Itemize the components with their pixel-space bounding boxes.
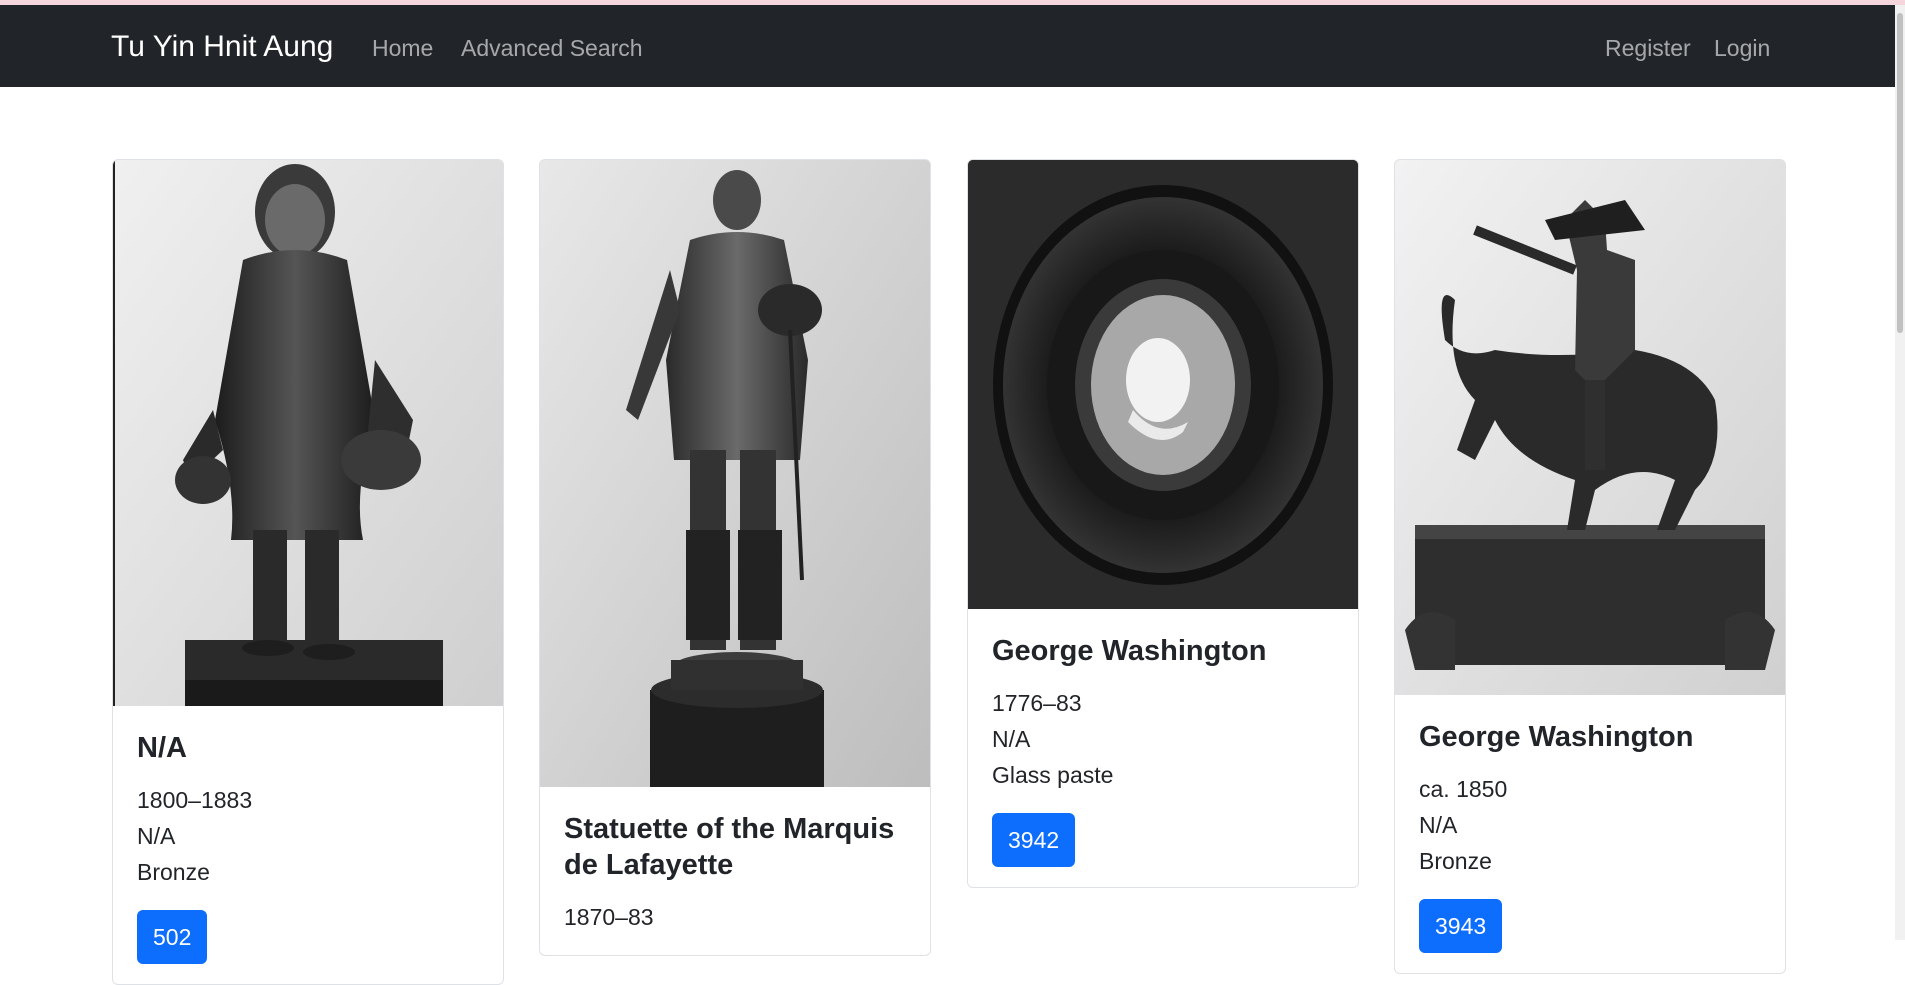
card-title: George Washington [992,635,1267,667]
brand-link[interactable]: Tu Yin Hnit Aung [111,30,333,64]
nav-register-link[interactable]: Register [1605,35,1691,62]
card-title: George Washington [1419,721,1694,753]
navbar: Tu Yin Hnit Aung Home Advanced Search Re… [0,5,1895,87]
nav-advanced-search-link[interactable]: Advanced Search [461,35,643,62]
scrollbar-thumb[interactable] [1897,13,1903,333]
artwork-card: George Washington ca. 1850 N/A Bronze 39… [1394,159,1786,974]
card-culture: N/A [1419,812,1458,838]
page-scrollbar[interactable] [1895,5,1905,940]
equestrian-statue-image [1395,160,1785,695]
card-body: N/A 1800–1883 N/A Bronze 502 [113,706,503,984]
card-title: Statuette of the Marquis de Lafayette [564,813,895,881]
equestrian-illustration [1395,160,1785,695]
medallion-illustration [968,160,1358,609]
object-id-button[interactable]: 502 [137,910,208,964]
artwork-card: N/A 1800–1883 N/A Bronze 502 [112,159,504,985]
lafayette-statuette-illustration [540,160,930,787]
card-body: Statuette of the Marquis de Lafayette 18… [540,787,930,955]
nav-home-link[interactable]: Home [372,35,433,62]
card-title: N/A [137,732,187,764]
card-culture: N/A [992,726,1031,752]
card-medium: Bronze [137,859,210,885]
card-medium: Bronze [1419,848,1492,874]
bronze-statuette-standing-man-image [113,160,503,706]
card-body: George Washington ca. 1850 N/A Bronze 39… [1395,695,1785,973]
card-medium: Glass paste [992,762,1114,788]
statuette-illustration [113,160,503,706]
object-id-button[interactable]: 3942 [992,813,1076,867]
card-date: 1870–83 [564,904,654,930]
artwork-card: Statuette of the Marquis de Lafayette 18… [539,159,931,956]
card-date: 1776–83 [992,690,1082,716]
card-date: 1800–1883 [137,787,253,813]
nav-login-link[interactable]: Login [1714,35,1770,62]
object-id-button[interactable]: 3943 [1419,899,1503,953]
glass-paste-medallion-image [968,160,1358,609]
card-body: George Washington 1776–83 N/A Glass past… [968,609,1358,887]
artwork-card: George Washington 1776–83 N/A Glass past… [967,159,1359,888]
card-culture: N/A [137,823,176,849]
statuette-lafayette-image [540,160,930,787]
card-date: ca. 1850 [1419,776,1508,802]
